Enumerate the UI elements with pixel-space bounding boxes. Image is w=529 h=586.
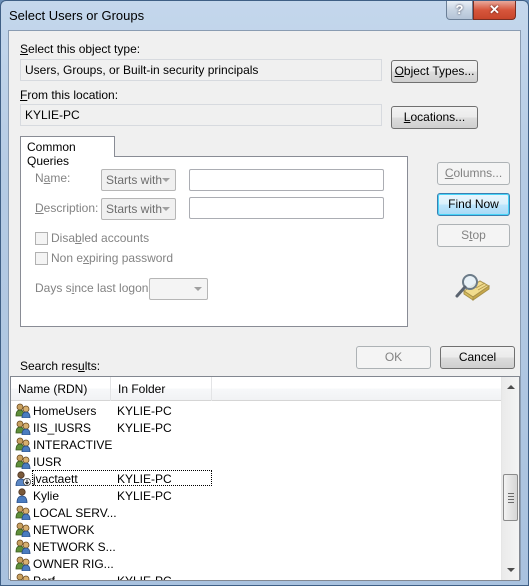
description-input[interactable] <box>189 197 384 219</box>
result-name: NETWORK S... <box>33 540 116 554</box>
scroll-down-icon[interactable] <box>507 568 515 572</box>
stop-button[interactable]: Stop <box>437 224 510 247</box>
result-name: IIS_IUSRS <box>33 421 92 435</box>
common-queries-panel: Name: Starts with Description: Starts wi… <box>20 156 408 327</box>
search-results-list[interactable]: Name (RDN) In Folder HomeUsers KYLIE-PC II… <box>10 376 520 581</box>
result-row[interactable]: IIS_IUSRS KYLIE-PC <box>11 419 501 436</box>
object-type-label: Select this object type: <box>20 42 141 56</box>
result-row[interactable]: jvactaett KYLIE-PC <box>11 470 501 487</box>
chevron-down-icon <box>162 207 170 211</box>
column-header-empty <box>212 377 501 401</box>
disabled-accounts-checkbox[interactable] <box>35 232 48 245</box>
days-since-logon-label: Days since last logon: <box>35 281 152 295</box>
grip-line <box>508 493 514 494</box>
group-icon <box>15 403 31 419</box>
close-icon: ✕ <box>489 2 500 17</box>
group-icon <box>15 573 31 580</box>
user-icon <box>15 488 31 504</box>
result-name: LOCAL SERV... <box>33 506 117 520</box>
group-icon <box>15 437 31 453</box>
ok-button[interactable]: OK <box>356 346 431 369</box>
disabled-accounts-label: Disabled accounts <box>51 231 150 245</box>
location-label: From this location: <box>20 88 119 102</box>
group-icon <box>15 454 31 470</box>
chevron-down-icon <box>162 178 170 182</box>
name-label: Name: <box>35 171 71 185</box>
result-row[interactable]: OWNER RIG... <box>11 555 501 572</box>
dialog-body: Select this object type: Users, Groups, … <box>8 30 521 581</box>
scroll-thumb[interactable] <box>503 474 518 521</box>
days-since-logon-select[interactable] <box>149 278 208 300</box>
result-folder: KYLIE-PC <box>117 472 172 486</box>
help-icon: ? <box>455 2 464 17</box>
user-disabled-icon <box>15 471 31 487</box>
scroll-up-icon[interactable] <box>507 385 515 389</box>
result-row[interactable]: HomeUsers KYLIE-PC <box>11 402 501 419</box>
result-name: Kylie <box>33 489 60 503</box>
result-row[interactable]: INTERACTIVE <box>11 436 501 453</box>
locations-button[interactable]: Locations... <box>391 106 478 129</box>
close-button[interactable]: ✕ <box>473 1 516 20</box>
result-row[interactable]: LOCAL SERV... <box>11 504 501 521</box>
grip-line <box>508 502 514 503</box>
object-type-field: Users, Groups, or Built-in security prin… <box>20 59 382 81</box>
grip-line <box>508 499 514 500</box>
result-row[interactable]: Perf... KYLIE-PC <box>11 572 501 581</box>
result-row[interactable]: IUSR <box>11 453 501 470</box>
help-button[interactable]: ? <box>446 1 473 20</box>
result-row[interactable]: NETWORK S... <box>11 538 501 555</box>
column-headers: Name (RDN) In Folder <box>11 377 501 401</box>
name-input[interactable] <box>189 169 384 191</box>
group-icon <box>15 556 31 572</box>
result-name: Perf... <box>33 574 66 581</box>
columns-button[interactable]: Columns... <box>437 162 510 185</box>
non-expiring-password-checkbox[interactable] <box>35 252 48 265</box>
select-users-dialog: Select Users or Groups ? ✕ Select this o… <box>0 0 529 586</box>
description-mode-value: Starts with <box>106 202 163 216</box>
result-folder: KYLIE-PC <box>117 404 172 418</box>
result-row[interactable]: NETWORK <box>11 521 501 538</box>
result-name: OWNER RIG... <box>33 557 114 571</box>
results-rows: HomeUsers KYLIE-PC IIS_IUSRS KYLIE-PC INTERA… <box>11 402 501 581</box>
vertical-scrollbar[interactable] <box>501 377 519 580</box>
location-field: KYLIE-PC <box>20 104 382 126</box>
title-bar: Select Users or Groups ? ✕ <box>1 1 528 31</box>
result-name: HomeUsers <box>33 404 97 418</box>
non-expiring-password-label: Non expiring password <box>51 251 174 265</box>
description-label: Description: <box>35 201 99 215</box>
result-name: INTERACTIVE <box>33 438 113 452</box>
name-mode-value: Starts with <box>106 173 163 187</box>
result-folder: KYLIE-PC <box>117 574 172 581</box>
grip-line <box>508 496 514 497</box>
find-now-button[interactable]: Find Now <box>437 193 510 216</box>
column-header-name[interactable]: Name (RDN) <box>11 377 111 401</box>
description-mode-select[interactable]: Starts with <box>101 198 176 220</box>
tab-common-queries[interactable]: Common Queries <box>20 136 115 168</box>
window-title: Select Users or Groups <box>9 8 145 23</box>
search-animation-icon <box>455 274 490 301</box>
search-results-label: Search results: <box>20 359 101 373</box>
group-icon <box>15 505 31 521</box>
column-header-in-folder[interactable]: In Folder <box>111 377 212 401</box>
object-types-button[interactable]: Object Types... <box>391 60 478 83</box>
result-folder: KYLIE-PC <box>117 489 172 503</box>
group-icon <box>15 539 31 555</box>
group-icon <box>15 522 31 538</box>
result-name: NETWORK <box>33 523 95 537</box>
result-name: jvactaett <box>33 472 78 486</box>
chevron-down-icon <box>194 287 202 291</box>
result-folder: KYLIE-PC <box>117 421 172 435</box>
cancel-button[interactable]: Cancel <box>440 346 515 369</box>
group-icon <box>15 420 31 436</box>
result-row[interactable]: Kylie KYLIE-PC <box>11 487 501 504</box>
result-name: IUSR <box>33 455 62 469</box>
name-mode-select[interactable]: Starts with <box>101 169 176 191</box>
